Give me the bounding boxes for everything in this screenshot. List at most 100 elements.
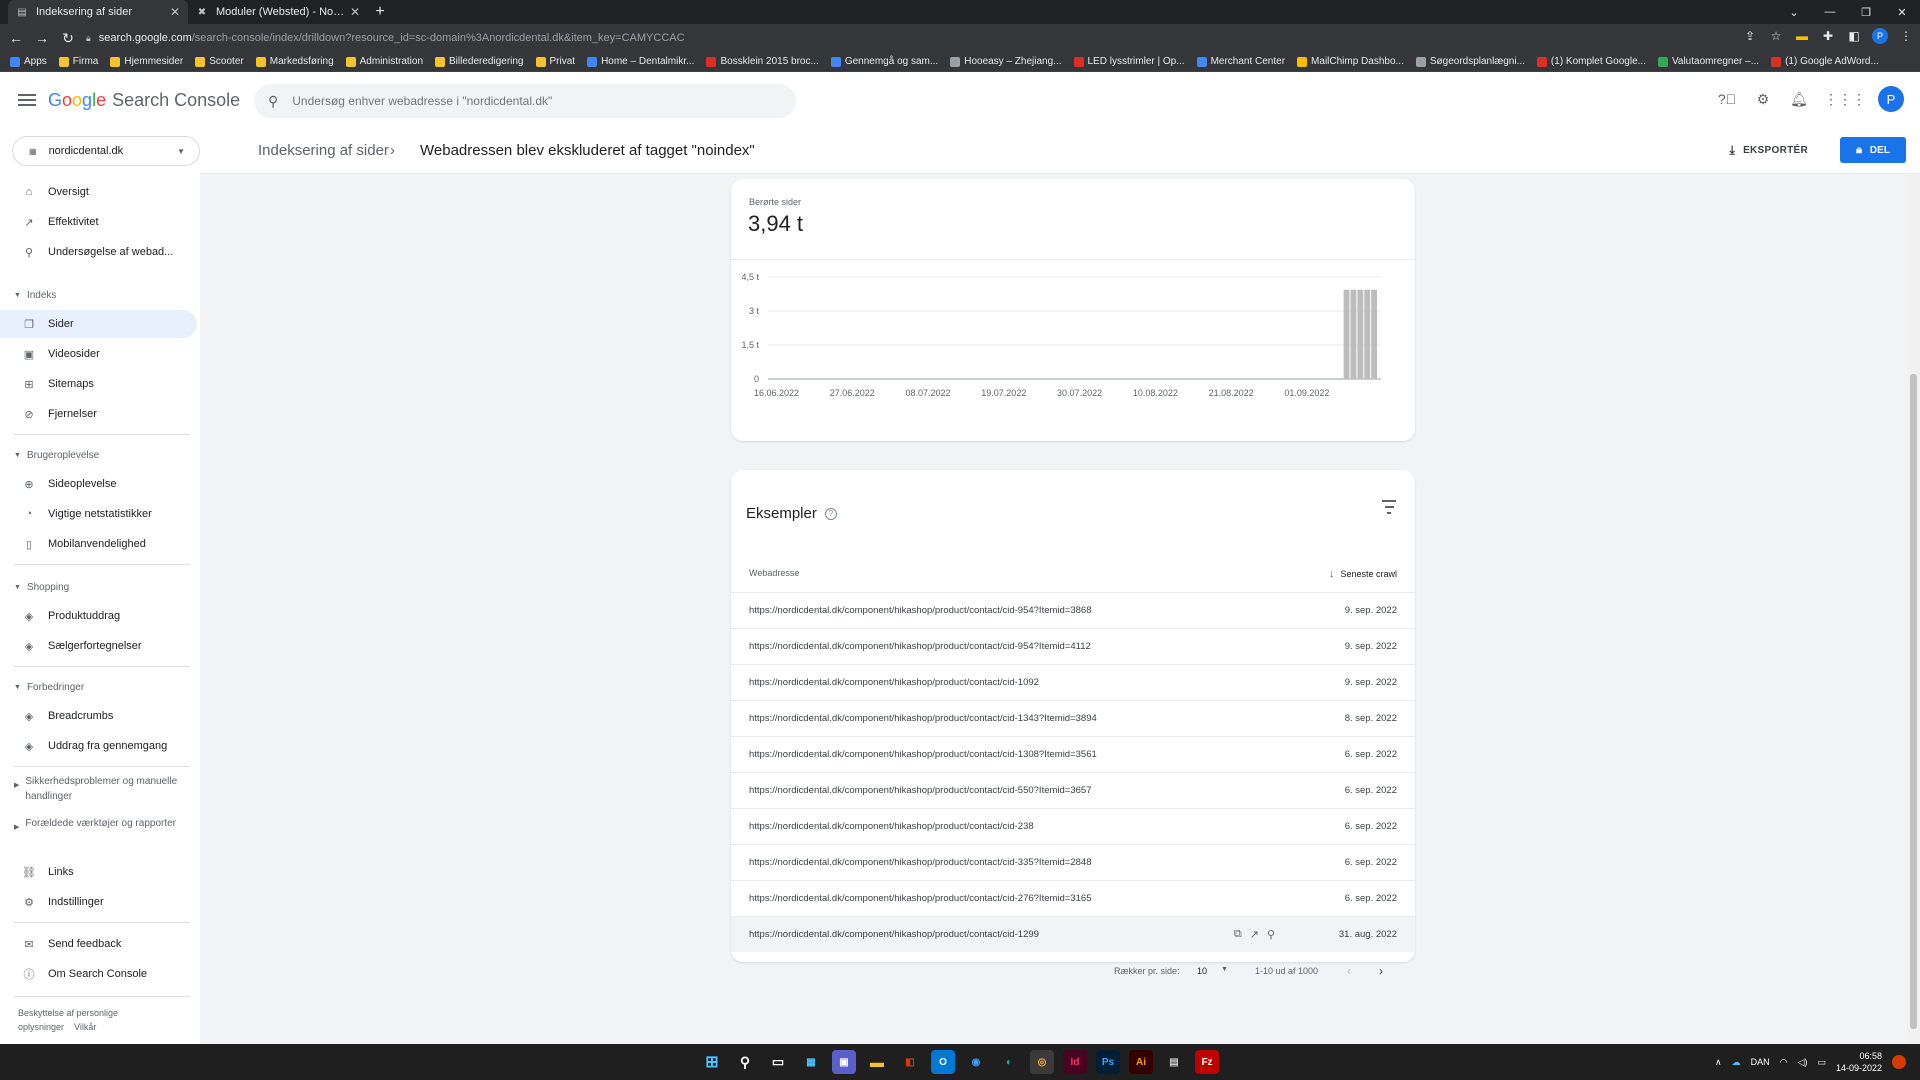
bookmark-link[interactable]: Valutaomregner –... (1657, 56, 1759, 67)
filter-icon[interactable] (1381, 500, 1397, 514)
sidebar-item-pages[interactable]: ❐ Sider (0, 310, 197, 338)
close-window-button[interactable]: ✕ (1884, 0, 1920, 24)
onedrive-icon[interactable]: ☁ (1732, 1057, 1741, 1068)
avatar[interactable]: P (1878, 86, 1904, 112)
bookmark-link[interactable]: Gennemgå og sam... (830, 56, 938, 67)
inspect-url-icon[interactable]: ⚲ (1267, 928, 1275, 941)
privacy-link[interactable]: Beskyttelse af personlige oplysninger (18, 1008, 118, 1032)
tab-search-chevron-icon[interactable]: ⌄ (1776, 0, 1812, 24)
sidebar-item-send-feedback[interactable]: ✉ Send feedback (0, 930, 197, 958)
bookmark-folder[interactable]: Firma (58, 56, 98, 67)
section-legacy-tools[interactable]: ▶ Forældede værktøjer og rapporter (14, 816, 184, 835)
bookmark-folder[interactable]: Scooter (195, 56, 244, 67)
table-row[interactable]: https://nordicdental.dk/component/hikash… (731, 628, 1415, 664)
forward-button[interactable]: → (32, 28, 52, 48)
sidebar-item-breadcrumbs[interactable]: ◈ Breadcrumbs (0, 702, 197, 730)
main-content[interactable]: Berørte sider 3,94 t 0 1,5 t 3 t 4,5 t 16.06… (200, 174, 1907, 1044)
windows-start-icon[interactable]: ⊞ (700, 1050, 724, 1074)
widgets-icon[interactable]: ▦ (799, 1050, 823, 1074)
table-row[interactable]: https://nordicdental.dk/component/hikash… (731, 772, 1415, 808)
wifi-icon[interactable]: ◠ (1780, 1057, 1788, 1068)
chrome-icon[interactable]: ◎ (1030, 1050, 1054, 1074)
notifications-bell-icon[interactable]: 🔔︎ (1790, 90, 1808, 108)
bookmark-apps[interactable]: Apps (10, 56, 47, 67)
bookmark-link[interactable]: (1) Komplet Google... (1536, 56, 1646, 67)
table-row[interactable]: https://nordicdental.dk/component/hikash… (731, 592, 1415, 628)
table-row[interactable]: https://nordicdental.dk/component/hikash… (731, 844, 1415, 880)
table-row[interactable]: https://nordicdental.dk/component/hikash… (731, 916, 1415, 952)
table-row[interactable]: https://nordicdental.dk/component/hikash… (731, 700, 1415, 736)
caret-down-icon[interactable]: ▼ (1221, 966, 1228, 973)
back-button[interactable]: ← (6, 28, 26, 48)
reload-button[interactable]: ↻ (58, 28, 78, 48)
table-row[interactable]: https://nordicdental.dk/component/hikash… (731, 880, 1415, 916)
section-security[interactable]: ▶ Sikkerhedsproblemer og manuelle handlin… (14, 774, 184, 804)
sidebar-item-mobile-usability[interactable]: ▯ Mobilanvendelighed (0, 530, 197, 558)
rows-per-page-select[interactable]: 10 (1197, 966, 1207, 976)
sidebar-item-video-pages[interactable]: ▣ Videosider (0, 340, 197, 368)
bookmark-link[interactable]: Home – Dentalmikr... (587, 56, 694, 67)
apps-grid-icon[interactable]: ⋮⋮⋮ (1824, 90, 1866, 108)
teams-icon[interactable]: ▣ (832, 1050, 856, 1074)
table-row[interactable]: https://nordicdental.dk/component/hikash… (731, 664, 1415, 700)
puzzle-icon[interactable]: ✚ (1820, 28, 1836, 44)
search-input[interactable] (292, 94, 773, 108)
sidebar-item-about[interactable]: ⓘ Om Search Console (0, 960, 197, 988)
notification-icon[interactable] (1892, 1055, 1906, 1069)
bookmark-folder[interactable]: Billederedigering (435, 56, 524, 67)
edge-icon[interactable]: ◐ (997, 1050, 1021, 1074)
bookmark-folder[interactable]: Hjemmesider (110, 56, 183, 67)
photoshop-icon[interactable]: Ps (1096, 1050, 1120, 1074)
table-row[interactable]: https://nordicdental.dk/component/hikash… (731, 736, 1415, 772)
star-icon[interactable]: ☆ (1768, 28, 1784, 44)
thunderbird-icon[interactable]: ◉ (964, 1050, 988, 1074)
open-in-new-icon[interactable]: ↗ (1250, 928, 1259, 941)
sidebar-item-settings[interactable]: ⚙ Indstillinger (0, 888, 197, 916)
sidebar-item-performance[interactable]: ↗ Effektivitet (0, 208, 197, 236)
sidebar-item-removals[interactable]: ⊘ Fjernelser (0, 400, 197, 428)
new-tab-button[interactable]: + (368, 0, 392, 24)
table-row[interactable]: https://nordicdental.dk/component/hikash… (731, 808, 1415, 844)
next-page-button[interactable]: › (1379, 964, 1383, 978)
restore-button[interactable]: ❐ (1848, 0, 1884, 24)
section-experience[interactable]: ▼ Brugeroplevelse (14, 450, 99, 461)
help-icon[interactable]: ? (824, 507, 837, 520)
bookmark-link[interactable]: Bossklein 2015 broc... (706, 56, 819, 67)
sidebar-item-review-snippets[interactable]: ◈ Uddrag fra gennemgang (0, 732, 197, 760)
sidebar-item-page-experience[interactable]: ⊕ Sideoplevelse (0, 470, 197, 498)
close-icon[interactable]: ✕ (350, 5, 360, 19)
search-console-logo[interactable]: Google Search Console (48, 90, 240, 111)
chevron-up-icon[interactable]: ∧ (1715, 1057, 1722, 1068)
menu-icon[interactable] (18, 91, 36, 109)
share-icon[interactable]: ⇪ (1742, 28, 1758, 44)
column-header-last-crawl[interactable]: ↓ Seneste crawl (1329, 568, 1397, 580)
bookmark-folder[interactable]: Markedsføring (255, 56, 334, 67)
clock[interactable]: 06:58 14-09-2022 (1836, 1050, 1882, 1074)
property-selector[interactable]: ▦ nordicdental.dk ▼ (12, 136, 200, 166)
section-enhancements[interactable]: ▼ Forbedringer (14, 682, 84, 693)
bookmark-link[interactable]: Merchant Center (1196, 56, 1285, 67)
sidebar-item-product-snippets[interactable]: ◈ Produktuddrag (0, 602, 197, 630)
manage-users-icon[interactable]: ⚙ (1754, 90, 1772, 108)
bookmark-link[interactable]: Søgeordsplanlægni... (1415, 56, 1525, 67)
sidebar-item-url-inspection[interactable]: ⚲ Undersøgelse af webad... (0, 238, 197, 266)
calculator-icon[interactable]: ▤ (1162, 1050, 1186, 1074)
profile-icon[interactable]: P (1872, 28, 1888, 44)
office-icon[interactable]: ◧ (898, 1050, 922, 1074)
share-button[interactable]: 🔒︎ DEL (1840, 137, 1906, 163)
bookmark-link[interactable]: Hooeasy – Zhejiang... (950, 56, 1062, 67)
bookmark-link[interactable]: LED lysstrimler | Op... (1073, 56, 1185, 67)
prev-page-button[interactable]: ‹ (1347, 964, 1351, 978)
scrollbar[interactable] (1907, 174, 1920, 1044)
scrollbar-thumb[interactable] (1910, 374, 1917, 1029)
outlook-icon[interactable]: O (931, 1050, 955, 1074)
sidebar-item-merchant-listings[interactable]: ◈ Sælgerfortegnelser (0, 632, 197, 660)
bookmark-folder[interactable]: Privat (535, 56, 575, 67)
minimize-button[interactable]: — (1812, 0, 1848, 24)
illustrator-icon[interactable]: Ai (1129, 1050, 1153, 1074)
url-inspection-search[interactable]: ⚲ (254, 84, 796, 118)
bookmark-folder[interactable]: Administration (345, 56, 423, 67)
sidebar-item-sitemaps[interactable]: ⊞ Sitemaps (0, 370, 197, 398)
bookmark-link[interactable]: (1) Google AdWord... (1771, 56, 1879, 67)
search-icon[interactable]: ⚲ (733, 1050, 757, 1074)
